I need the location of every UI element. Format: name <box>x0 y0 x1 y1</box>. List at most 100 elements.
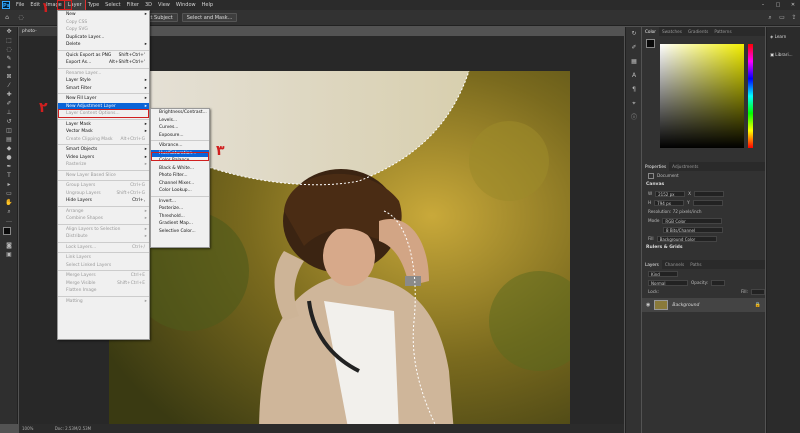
character-icon[interactable]: A <box>626 69 642 83</box>
mode-select[interactable]: RGB Color <box>662 217 723 224</box>
learn-button[interactable]: ◈ Learn <box>767 31 800 43</box>
menu-item-quick-export-as-png[interactable]: Quick Export as PNG Shift+Ctrl+' <box>58 52 149 60</box>
menu-item-delete[interactable]: Delete ▸ <box>58 41 149 49</box>
fill-opacity-field[interactable] <box>751 288 765 295</box>
color-picker-field[interactable] <box>660 44 744 148</box>
menu-item-smart-objects[interactable]: Smart Objects ▸ <box>58 146 149 154</box>
kind-filter[interactable]: Kind <box>648 270 678 277</box>
menu-item-brightness-contrast[interactable]: Brightness/Contrast... <box>151 109 209 117</box>
path-select-icon[interactable]: ▸ <box>0 180 18 189</box>
hue-slider[interactable] <box>748 44 753 148</box>
menu-item-exposure[interactable]: Exposure... <box>151 132 209 140</box>
blur-tool-icon[interactable]: ◆ <box>0 144 18 153</box>
tab-paths[interactable]: Paths <box>687 260 704 269</box>
menu-item-channel-mixer[interactable]: Channel Mixer... <box>151 180 209 188</box>
maximize-icon[interactable]: □ <box>771 0 785 10</box>
menu-item-color-balance[interactable]: Color Balance... <box>151 157 209 165</box>
menu-select[interactable]: Select <box>102 0 123 10</box>
hand-tool-icon[interactable]: ✋ <box>0 198 18 207</box>
shape-tool-icon[interactable]: ▭ <box>0 189 18 198</box>
select-and-mask-button[interactable]: Select and Mask... <box>181 13 238 22</box>
more-tools-icon[interactable]: … <box>0 216 18 225</box>
glyphs-icon[interactable]: ⌖ <box>626 97 642 111</box>
tab-layers[interactable]: Layers <box>642 260 662 269</box>
document-tab[interactable]: photo-16262107 <box>19 27 57 43</box>
minimize-icon[interactable]: – <box>756 0 770 10</box>
menu-item-new-fill-layer[interactable]: New Fill Layer ▸ <box>58 95 149 103</box>
dodge-tool-icon[interactable]: ● <box>0 153 18 162</box>
brush-settings-icon[interactable]: ✐ <box>626 41 642 55</box>
history-icon[interactable]: ↻ <box>626 27 642 41</box>
menu-item-hide-layers[interactable]: Hide Layers Ctrl+, <box>58 197 149 205</box>
menu-layer[interactable]: Layer <box>63 0 86 11</box>
eraser-tool-icon[interactable]: ◫ <box>0 126 18 135</box>
menu-item-gradient-map[interactable]: Gradient Map... <box>151 220 209 228</box>
screen-mode-icon[interactable]: ▣ <box>0 250 18 259</box>
panel-foreground-swatch[interactable] <box>646 39 655 48</box>
color-swatches[interactable] <box>0 225 17 241</box>
brush-tool-icon[interactable]: ✐ <box>0 99 18 108</box>
menu-item-duplicate-layer[interactable]: Duplicate Layer... <box>58 34 149 42</box>
stamp-tool-icon[interactable]: ⊥ <box>0 108 18 117</box>
zoom-tool-icon[interactable]: ⌕ <box>0 207 18 216</box>
menu-item-selective-color[interactable]: Selective Color... <box>151 228 209 236</box>
tab-gradients[interactable]: Gradients <box>685 27 711 36</box>
healing-tool-icon[interactable]: ✚ <box>0 90 18 99</box>
menu-item-posterize[interactable]: Posterize... <box>151 205 209 213</box>
frame-tool-icon[interactable]: ⊠ <box>0 72 18 81</box>
height-field[interactable]: 794 px <box>654 199 685 206</box>
menu-item-export-as[interactable]: Export As... Alt+Shift+Ctrl+' <box>58 59 149 67</box>
menu-item-invert[interactable]: Invert... <box>151 198 209 206</box>
menu-item-color-lookup[interactable]: Color Lookup... <box>151 187 209 195</box>
x-field[interactable] <box>694 190 725 197</box>
menu-item-vibrance[interactable]: Vibrance... <box>151 142 209 150</box>
quick-select-tool-icon[interactable]: ✎ <box>0 54 18 63</box>
pen-tool-icon[interactable]: ✒ <box>0 162 18 171</box>
blend-mode-select[interactable]: Normal <box>648 279 688 286</box>
eyedropper-tool-icon[interactable]: ⁄ <box>0 81 18 90</box>
move-tool-icon[interactable]: ✥ <box>0 27 18 36</box>
menu-item-new-adjustment-layer[interactable]: New Adjustment Layer ▸ <box>58 102 149 110</box>
y-field[interactable] <box>692 199 723 206</box>
menu-item-photo-filter[interactable]: Photo Filter... <box>151 172 209 180</box>
bit-depth-select[interactable]: 8 Bits/Channel <box>663 226 723 233</box>
menu-file[interactable]: File <box>13 0 27 10</box>
canvas-section-header[interactable]: Canvas <box>642 180 765 189</box>
share-icon[interactable]: ⇪ <box>788 13 800 22</box>
layer-name[interactable]: Background <box>672 303 699 308</box>
menu-3d[interactable]: 3D <box>142 0 155 10</box>
fill-select[interactable]: Background Color <box>656 235 717 242</box>
tab-color[interactable]: Color <box>642 27 659 36</box>
menu-item-levels[interactable]: Levels... <box>151 117 209 125</box>
quick-mask-icon[interactable]: ◙ <box>0 241 18 250</box>
menu-help[interactable]: Help <box>199 0 216 10</box>
menu-filter[interactable]: Filter <box>124 0 142 10</box>
opacity-field[interactable] <box>711 279 726 286</box>
menu-window[interactable]: Window <box>173 0 199 10</box>
tab-channels[interactable]: Channels <box>662 260 687 269</box>
menu-item-new[interactable]: New ▸ <box>58 11 149 19</box>
info-icon[interactable]: ⓘ <box>626 111 642 125</box>
crop-tool-icon[interactable]: ⌗ <box>0 63 18 72</box>
menu-item-vector-mask[interactable]: Vector Mask ▸ <box>58 128 149 136</box>
close-icon[interactable]: ✕ <box>786 0 800 10</box>
menu-item-layer-mask[interactable]: Layer Mask ▸ <box>58 121 149 129</box>
lasso-tool-icon[interactable]: ◌ <box>0 45 18 54</box>
tab-properties[interactable]: Properties <box>642 162 670 171</box>
paragraph-icon[interactable]: ¶ <box>626 83 642 97</box>
marquee-tool-icon[interactable]: ⬚ <box>0 36 18 45</box>
swatch-icon[interactable]: ▦ <box>626 55 642 69</box>
lasso-icon[interactable]: ◌ <box>14 13 28 22</box>
menu-item-video-layers[interactable]: Video Layers ▸ <box>58 154 149 162</box>
layer-row-background[interactable]: ◉ Background 🔒 <box>642 298 765 312</box>
libraries-button[interactable]: ▣ Librari... <box>767 49 800 61</box>
menu-item-threshold[interactable]: Threshold... <box>151 213 209 221</box>
foreground-color-swatch[interactable] <box>3 227 11 235</box>
width-field[interactable]: 2152 px <box>655 190 686 197</box>
tab-patterns[interactable]: Patterns <box>711 27 734 36</box>
tab-swatches[interactable]: Swatches <box>659 27 685 36</box>
type-tool-icon[interactable]: T <box>0 171 18 180</box>
menu-item-black-white[interactable]: Black & White... <box>151 165 209 173</box>
workspace-icon[interactable]: ▭ <box>776 13 788 22</box>
menu-item-layer-style[interactable]: Layer Style ▸ <box>58 77 149 85</box>
